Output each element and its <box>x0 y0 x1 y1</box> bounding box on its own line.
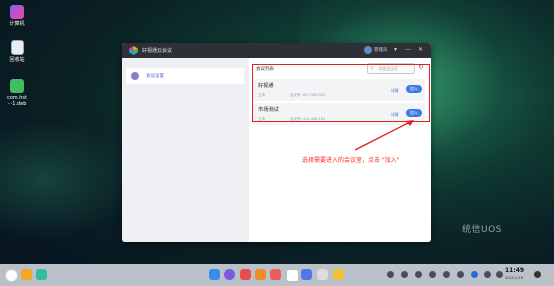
brightness-icon[interactable] <box>415 271 422 278</box>
bluetooth-icon[interactable] <box>429 271 436 278</box>
photos-icon[interactable] <box>270 269 281 280</box>
clock-time[interactable]: 11:49 <box>505 267 524 274</box>
show-desktop-icon[interactable] <box>534 271 541 278</box>
document-icon[interactable] <box>286 269 299 282</box>
taskbar: 11:49 2021/1/18 <box>0 264 554 286</box>
network-icon[interactable] <box>457 271 464 278</box>
volume-icon[interactable] <box>484 271 491 278</box>
clock-date[interactable]: 2021/1/18 <box>505 276 523 280</box>
annotation-callout: 选择需要进入的会议室，点击 "加入" <box>302 157 400 164</box>
settings-icon[interactable] <box>317 269 328 280</box>
wifi-icon[interactable] <box>471 271 478 278</box>
app-store-icon[interactable] <box>209 269 220 280</box>
video-icon[interactable] <box>255 269 266 280</box>
power-icon[interactable] <box>496 271 503 278</box>
screenshot-icon[interactable] <box>401 271 408 278</box>
input-method-icon[interactable] <box>443 271 450 278</box>
music-icon[interactable] <box>240 269 251 280</box>
notification-icon[interactable] <box>387 271 394 278</box>
file-manager-icon[interactable] <box>36 269 47 280</box>
browser-icon[interactable] <box>224 269 235 280</box>
meeting-app-taskbar-icon[interactable] <box>333 269 344 280</box>
launcher-icon[interactable] <box>5 269 18 282</box>
os-watermark: 统信UOS <box>462 225 502 235</box>
multitask-view-icon[interactable] <box>21 269 32 280</box>
mail-icon[interactable] <box>301 269 312 280</box>
annotation-arrow <box>354 120 414 151</box>
